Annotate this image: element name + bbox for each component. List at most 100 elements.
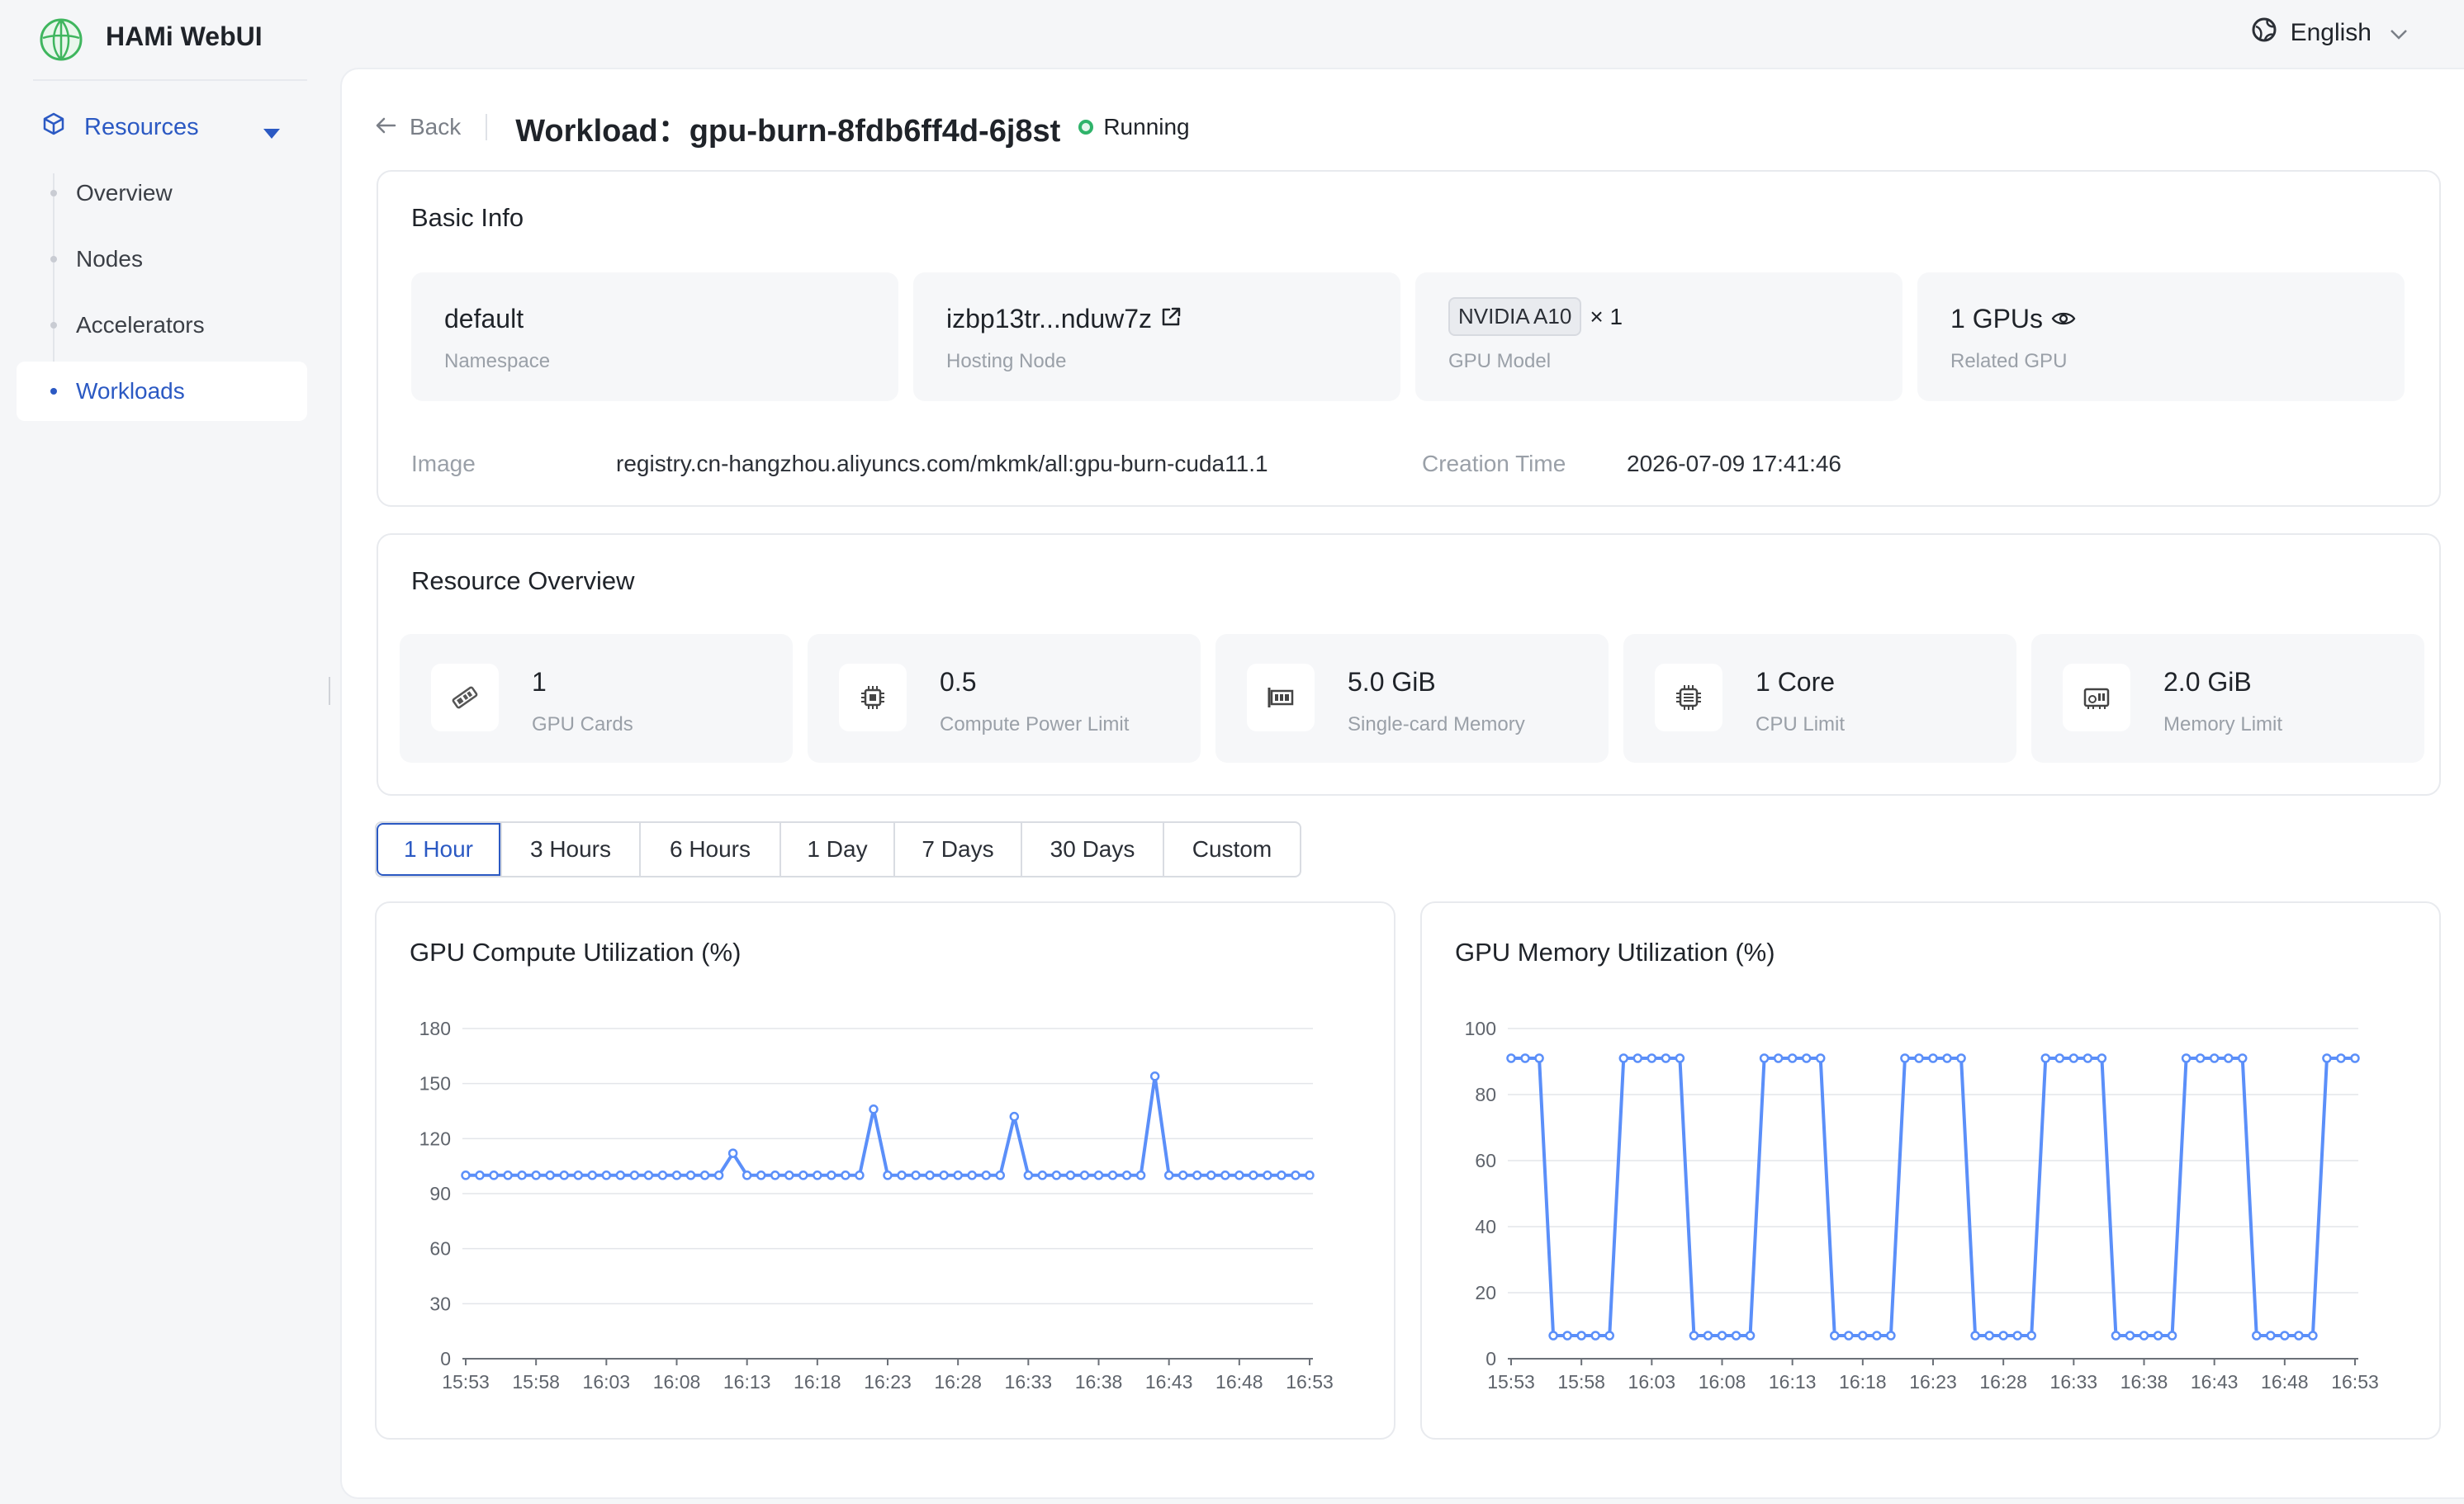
external-link-icon[interactable] (1160, 304, 1182, 334)
resource-overview-card: Resource Overview 1 GPU Cards 0.5 Comput… (377, 533, 2441, 796)
related-gpu-link[interactable]: 1 GPUs (1950, 304, 2076, 334)
resource-tile-cpu-limit: 1 Core CPU Limit (1623, 634, 2016, 763)
sidebar-group-resources[interactable]: Resources (41, 107, 297, 147)
resource-value: 2.0 GiB (2163, 667, 2252, 697)
data-point (2266, 1331, 2276, 1341)
range-option-6-hours[interactable]: 6 Hours (639, 823, 779, 876)
data-point (1787, 1053, 1798, 1063)
sidebar-item-workloads[interactable]: Workloads (17, 362, 307, 421)
data-point (995, 1171, 1006, 1180)
hosting-node-tile: izbp13tr...nduw7z Hosting Node (913, 272, 1400, 401)
data-point (2336, 1053, 2346, 1063)
hami-logo[interactable] (36, 13, 86, 63)
x-tick-label: 16:13 (1769, 1371, 1817, 1393)
data-point (827, 1171, 836, 1180)
sidebar-item-overview[interactable]: Overview (17, 163, 307, 223)
sidebar-item-accelerators[interactable]: Accelerators (17, 296, 307, 355)
sidebar-divider (33, 79, 307, 81)
data-point (1548, 1331, 1558, 1341)
x-tick-label: 16:03 (583, 1371, 631, 1393)
data-point (1801, 1053, 1812, 1063)
data-point (1009, 1111, 1020, 1122)
back-button[interactable]: Back (375, 114, 461, 140)
y-tick-label: 0 (440, 1348, 451, 1369)
resource-overview-title: Resource Overview (411, 566, 635, 595)
data-point (475, 1171, 485, 1180)
bullet-icon (50, 190, 57, 196)
range-option-1-day[interactable]: 1 Day (779, 823, 893, 876)
y-tick-label: 150 (419, 1073, 451, 1095)
cube-icon (41, 111, 66, 143)
data-point (1647, 1053, 1657, 1063)
range-option-7-days[interactable]: 7 Days (893, 823, 1021, 876)
page-title: Workload：gpu-burn-8fdb6ff4d-6j8st (515, 105, 1060, 150)
data-point (1872, 1331, 1882, 1341)
arrow-left-icon (375, 114, 396, 140)
x-tick-label: 16:28 (934, 1371, 982, 1393)
range-option-30-days[interactable]: 30 Days (1021, 823, 1163, 876)
data-point (573, 1171, 584, 1180)
gpu-memory-chart[interactable]: 0 20 40 60 80 100 15:53 15:58 16:03 16:08 16:13 16:… (1422, 903, 2443, 1441)
data-point (770, 1171, 780, 1180)
gpu-compute-chart[interactable]: 0 30 60 90 120 150 180 15:53 15:58 16:03 16:08 16:1… (377, 903, 1397, 1441)
x-tick-label: 16:43 (2191, 1371, 2239, 1393)
data-point (967, 1171, 977, 1180)
sidebar-group-label: Resources (84, 113, 199, 140)
data-point (1576, 1331, 1586, 1341)
range-option-1-hour[interactable]: 1 Hour (377, 823, 500, 876)
range-option-3-hours[interactable]: 3 Hours (500, 823, 639, 876)
data-point (2097, 1053, 2107, 1063)
data-point (461, 1171, 471, 1180)
resource-tile-memory-limit: 2.0 GiB Memory Limit (2031, 634, 2424, 763)
x-tick-label: 16:28 (1979, 1371, 2027, 1393)
data-point (1506, 1053, 1516, 1063)
data-point (1562, 1331, 1572, 1341)
data-point (2322, 1053, 2332, 1063)
memory-card-icon (1247, 664, 1315, 731)
resource-value: 1 Core (1756, 667, 1836, 697)
related-gpu-tile: 1 GPUs Related GPU (1917, 272, 2405, 401)
data-point (1163, 1171, 1174, 1180)
data-point (657, 1171, 668, 1180)
sidebar-item-label: Nodes (76, 246, 143, 272)
data-point (1970, 1331, 1980, 1341)
data-point (2350, 1053, 2360, 1063)
data-point (2223, 1053, 2234, 1063)
data-point (925, 1171, 935, 1180)
data-point (699, 1171, 710, 1180)
sidebar-item-nodes[interactable]: Nodes (17, 229, 307, 289)
data-point (2139, 1331, 2149, 1341)
y-tick-label: 180 (419, 1018, 451, 1039)
data-point (1220, 1171, 1230, 1180)
hosting-node-link[interactable]: izbp13tr...nduw7z (946, 304, 1182, 334)
eye-icon[interactable] (2051, 304, 2076, 334)
x-tick-label: 16:38 (2120, 1371, 2168, 1393)
data-point (559, 1171, 569, 1180)
data-point (727, 1148, 738, 1158)
x-tick-label: 16:33 (1005, 1371, 1053, 1393)
y-tick-label: 80 (1475, 1084, 1496, 1105)
data-point (2195, 1053, 2206, 1063)
data-point (545, 1171, 555, 1180)
x-tick-label: 16:18 (794, 1371, 841, 1393)
data-point (1900, 1053, 1910, 1063)
resource-tile-gpu-cards: 1 GPU Cards (400, 634, 793, 763)
data-point (1745, 1331, 1756, 1341)
resource-value: 5.0 GiB (1348, 667, 1436, 697)
cpu-icon (1655, 664, 1722, 731)
data-point (1604, 1331, 1614, 1341)
data-point (798, 1171, 808, 1180)
related-gpu-value: 1 GPUs (1950, 304, 2044, 333)
namespace-label: Namespace (444, 350, 551, 372)
globe-icon (2251, 17, 2277, 50)
workload-name: gpu-burn-8fdb6ff4d-6j8st (689, 113, 1061, 149)
gpu-model-chip: NVIDIA A10 (1448, 297, 1582, 336)
namespace-value: default (444, 304, 524, 333)
gpu-model-label: GPU Model (1448, 350, 1552, 372)
language-selector[interactable]: English (2251, 17, 2408, 50)
y-tick-label: 20 (1475, 1282, 1496, 1303)
range-option-custom[interactable]: Custom (1163, 823, 1300, 876)
data-point (1844, 1331, 1854, 1341)
sidebar-resize-handle[interactable] (329, 677, 334, 705)
data-point (1079, 1171, 1090, 1180)
